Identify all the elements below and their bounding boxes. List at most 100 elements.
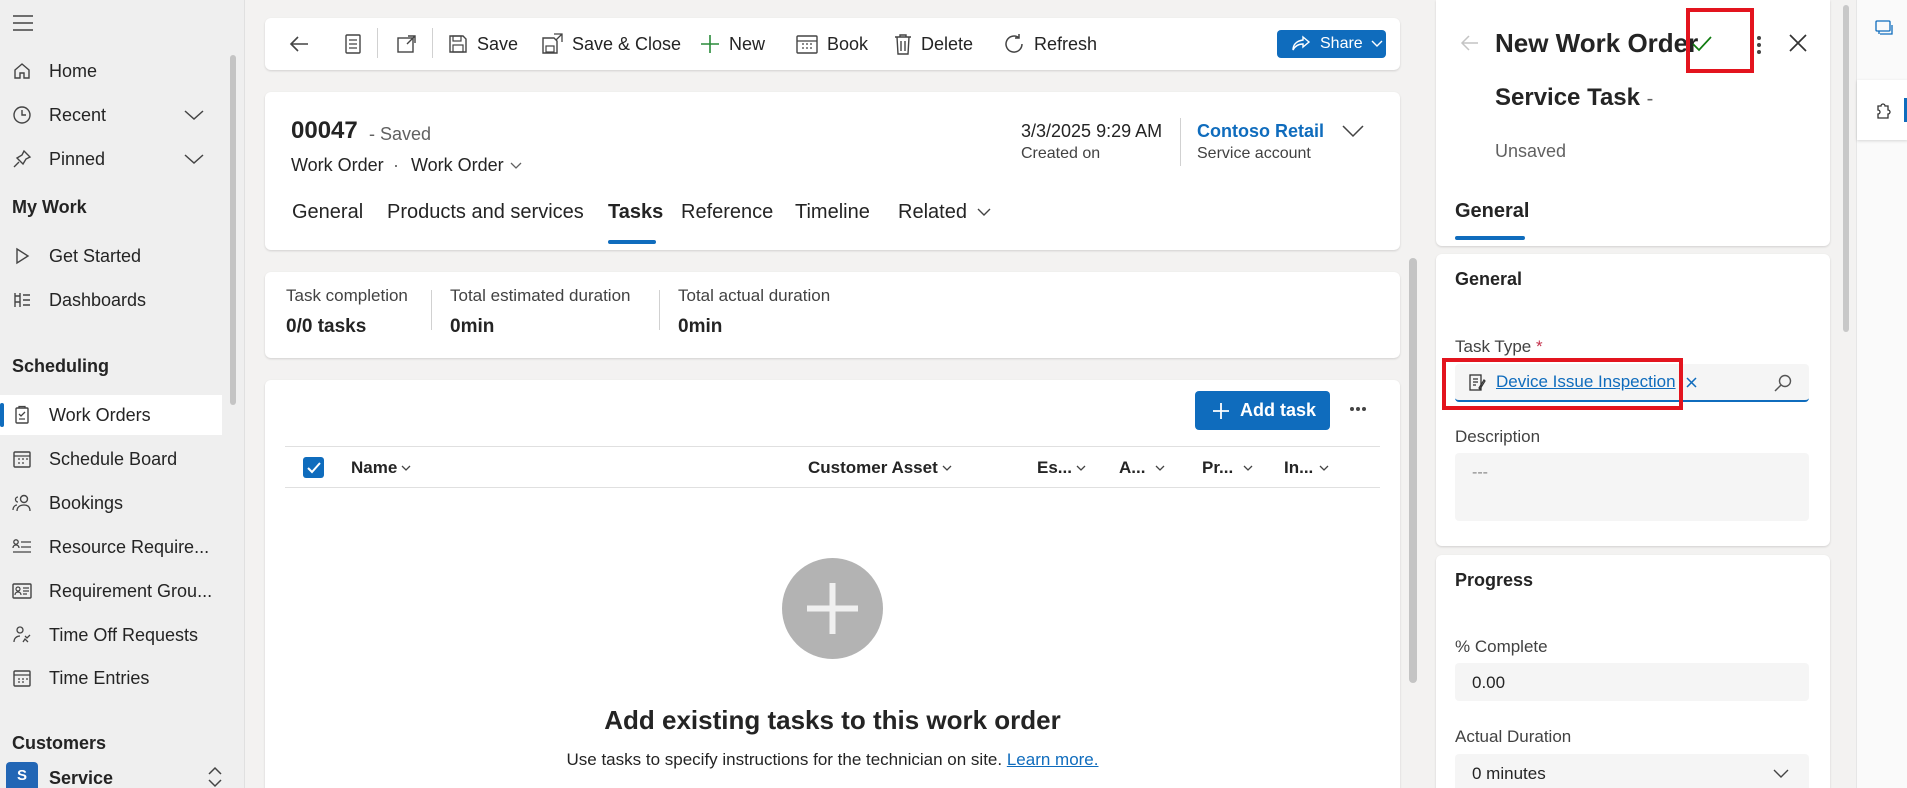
task-type-label: Task Type * bbox=[1455, 337, 1543, 357]
main-scrollbar[interactable] bbox=[1409, 258, 1417, 683]
chat-icon[interactable] bbox=[1875, 20, 1895, 38]
puzzle-icon bbox=[1877, 103, 1891, 119]
new-button[interactable]: New bbox=[700, 20, 765, 68]
sidebar-scrollbar[interactable] bbox=[230, 55, 236, 405]
back-button[interactable] bbox=[288, 34, 310, 54]
tab-tasks[interactable]: Tasks bbox=[608, 201, 663, 224]
select-all-checkbox[interactable] bbox=[303, 457, 324, 478]
tab-timeline[interactable]: Timeline bbox=[795, 201, 870, 224]
area-switcher[interactable]: S Service bbox=[0, 760, 230, 788]
nav-requirement-groups[interactable]: Requirement Grou... bbox=[0, 571, 222, 611]
refresh-button[interactable]: Refresh bbox=[1003, 20, 1097, 68]
section-heading-scheduling: Scheduling bbox=[12, 356, 110, 376]
chevron-down-icon[interactable] bbox=[183, 107, 205, 123]
tab-products-services[interactable]: Products and services bbox=[387, 201, 584, 224]
refresh-button-label: Refresh bbox=[1034, 33, 1098, 54]
highlight-box-task-type bbox=[1442, 358, 1683, 410]
save-button[interactable]: Save bbox=[448, 20, 518, 68]
actual-duration-value: 0 minutes bbox=[1472, 764, 1546, 783]
column-header-estimated[interactable]: Es... bbox=[1037, 458, 1086, 478]
nav-get-started[interactable]: Get Started bbox=[0, 236, 222, 276]
panel-back-icon[interactable] bbox=[1460, 34, 1480, 52]
nav-schedule-board[interactable]: Schedule Board bbox=[0, 439, 222, 479]
column-header-inspection[interactable]: In... bbox=[1284, 458, 1329, 478]
save-close-button[interactable]: Save & Close bbox=[541, 20, 681, 68]
quick-create-panel: New Work Order Service Task - Unsaved Ge… bbox=[1432, 0, 1849, 788]
search-icon[interactable] bbox=[1774, 374, 1792, 392]
hamburger-menu-icon[interactable] bbox=[12, 14, 34, 32]
selected-indicator bbox=[0, 403, 4, 427]
person-time-icon bbox=[12, 625, 32, 645]
calendar-icon bbox=[12, 449, 32, 469]
tab-reference[interactable]: Reference bbox=[681, 201, 773, 224]
description-field[interactable] bbox=[1455, 453, 1809, 521]
list-person-icon bbox=[12, 537, 32, 557]
up-down-chevron-icon bbox=[207, 766, 223, 788]
created-on-label: Created on bbox=[1021, 145, 1101, 162]
metric-actual-duration-value: 0min bbox=[678, 316, 723, 337]
nav-time-entries[interactable]: Time Entries bbox=[0, 658, 222, 698]
book-button[interactable]: Book bbox=[796, 20, 868, 68]
nav-dashboards[interactable]: Dashboards bbox=[0, 280, 222, 320]
nav-work-orders-label: Work Orders bbox=[49, 404, 151, 425]
save-status: - Saved bbox=[369, 124, 432, 144]
toolbar-divider bbox=[377, 28, 378, 58]
panel-more-icon[interactable] bbox=[1756, 35, 1762, 55]
required-indicator: * bbox=[1535, 337, 1543, 356]
grid-header-top-border bbox=[285, 446, 1380, 447]
percent-complete-label: % Complete bbox=[1455, 637, 1548, 656]
panel-scrollbar[interactable] bbox=[1843, 5, 1849, 332]
nav-recent[interactable]: Recent bbox=[0, 95, 222, 135]
nav-work-orders[interactable]: Work Orders bbox=[0, 395, 222, 435]
learn-more-link[interactable]: Learn more. bbox=[1007, 750, 1099, 769]
nav-bookings[interactable]: Bookings bbox=[0, 483, 222, 523]
open-new-window-button[interactable] bbox=[396, 33, 418, 55]
column-header-actual[interactable]: A... bbox=[1119, 458, 1165, 478]
delete-button[interactable]: Delete bbox=[894, 20, 973, 68]
add-task-button[interactable]: Add task bbox=[1195, 391, 1330, 430]
save-button-label: Save bbox=[477, 33, 519, 54]
task-type-label-text: Task Type bbox=[1455, 337, 1532, 356]
chevron-down-icon bbox=[1155, 465, 1165, 471]
trash-icon bbox=[895, 34, 911, 55]
plus-icon bbox=[701, 35, 719, 53]
column-inspection-label: In... bbox=[1284, 458, 1314, 477]
metric-actual-duration-label: Total actual duration bbox=[678, 286, 831, 305]
tab-related[interactable]: Related bbox=[898, 201, 991, 224]
form-view-button[interactable] bbox=[344, 33, 362, 55]
form-selector[interactable]: Work Order bbox=[411, 155, 522, 176]
share-button[interactable]: Share bbox=[1277, 30, 1386, 58]
nav-pinned[interactable]: Pinned bbox=[0, 139, 222, 179]
nav-resource-requirements[interactable]: Resource Require... bbox=[0, 527, 222, 567]
nav-time-off-requests[interactable]: Time Off Requests bbox=[0, 615, 222, 655]
column-name-label: Name bbox=[351, 458, 398, 477]
metric-divider bbox=[659, 290, 660, 330]
progress-section-heading: Progress bbox=[1455, 570, 1534, 590]
service-account-link[interactable]: Contoso Retail bbox=[1197, 121, 1324, 142]
chevron-down-icon bbox=[510, 162, 522, 169]
column-header-name[interactable]: Name bbox=[351, 458, 411, 478]
tab-general[interactable]: General bbox=[292, 201, 363, 224]
chevron-down-icon bbox=[401, 465, 411, 471]
column-header-progress[interactable]: Pr... bbox=[1202, 458, 1253, 478]
tab-related-label: Related bbox=[898, 201, 967, 223]
save-icon bbox=[449, 35, 467, 53]
nav-home[interactable]: Home bbox=[0, 51, 222, 91]
book-button-label: Book bbox=[827, 33, 869, 54]
remove-icon[interactable] bbox=[1686, 376, 1697, 388]
nav-dashboards-label: Dashboards bbox=[49, 289, 147, 310]
side-app-strip bbox=[1856, 0, 1907, 788]
plus-icon bbox=[1213, 402, 1229, 419]
app-tile-active[interactable] bbox=[1857, 80, 1907, 140]
checkmark-icon bbox=[307, 462, 321, 474]
calendar-clock-icon bbox=[12, 668, 32, 688]
more-options-icon[interactable] bbox=[1349, 406, 1367, 412]
chevron-down-icon[interactable] bbox=[183, 151, 205, 167]
metric-task-completion-value: 0/0 tasks bbox=[286, 316, 367, 337]
close-icon[interactable] bbox=[1788, 33, 1808, 53]
expand-header-button[interactable] bbox=[1342, 124, 1364, 138]
percent-complete-field[interactable] bbox=[1455, 663, 1809, 701]
panel-tab-general[interactable]: General bbox=[1455, 200, 1529, 223]
percent-complete-value: 0.00 bbox=[1472, 673, 1506, 692]
column-header-customer-asset[interactable]: Customer Asset bbox=[808, 458, 952, 478]
